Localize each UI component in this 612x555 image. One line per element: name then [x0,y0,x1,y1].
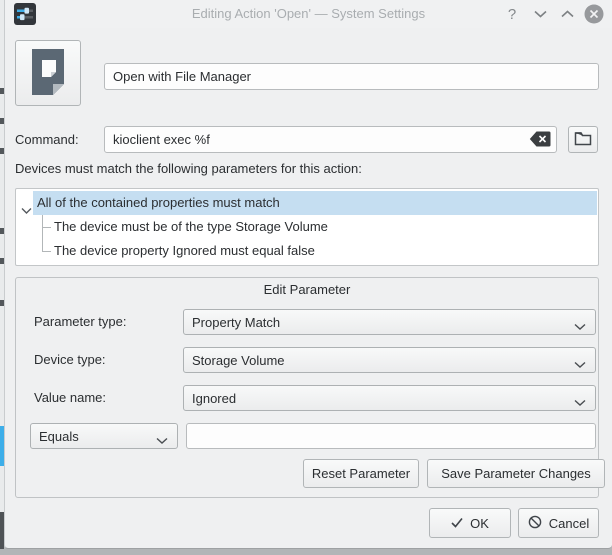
parameters-tree[interactable]: All of the contained properties must mat… [15,188,599,266]
group-title: Edit Parameter [16,282,598,297]
parameter-type-label: Parameter type: [34,309,127,335]
button-label: OK [470,516,489,531]
parameter-value-input[interactable] [186,423,596,449]
chevron-down-icon[interactable] [21,199,32,207]
prohibition-icon [528,515,542,532]
edit-parameter-group: Edit Parameter Parameter type: Property … [15,277,599,498]
button-label: Cancel [549,516,589,531]
reset-parameter-button[interactable]: Reset Parameter [303,459,419,488]
chevron-down-icon [574,319,586,334]
close-button[interactable] [583,4,605,24]
tree-item-label: The device property Ignored must equal f… [54,239,315,263]
tree-row-child[interactable]: The device must be of the type Storage V… [16,215,598,239]
action-icon-button[interactable] [15,40,81,106]
chevron-down-icon [574,395,586,410]
tree-item-label: The device must be of the type Storage V… [54,215,328,239]
value-name-label: Value name: [34,385,106,411]
selected-option: Equals [39,429,79,444]
command-label: Command: [15,126,79,153]
selected-option: Storage Volume [192,353,285,368]
selected-option: Ignored [192,391,236,406]
button-label: Reset Parameter [312,466,410,481]
save-parameter-changes-button[interactable]: Save Parameter Changes [427,459,605,488]
button-label: Save Parameter Changes [441,466,591,481]
maximize-button[interactable] [556,4,578,24]
chevron-down-icon [156,433,168,448]
ok-button[interactable]: OK [429,508,511,538]
tree-row-child[interactable]: The device property Ignored must equal f… [16,239,598,263]
clear-text-backspace-icon[interactable] [529,131,551,147]
command-input[interactable] [104,126,557,153]
cancel-button[interactable]: Cancel [518,508,599,538]
action-name-input[interactable] [104,63,599,90]
parameter-type-select[interactable]: Property Match [183,309,596,335]
device-type-select[interactable]: Storage Volume [183,347,596,373]
chevron-down-icon [574,357,586,372]
edit-action-dialog: Editing Action 'Open' — System Settings … [4,0,612,549]
device-type-label: Device type: [34,347,106,373]
selected-option: Property Match [192,315,280,330]
checkmark-icon [451,516,463,531]
titlebar[interactable]: Editing Action 'Open' — System Settings … [5,0,612,28]
folder-icon [574,131,592,149]
tree-item-label: All of the contained properties must mat… [37,191,280,215]
browse-command-button[interactable] [568,126,598,153]
tree-row-root[interactable]: All of the contained properties must mat… [16,191,598,215]
operator-select[interactable]: Equals [30,423,178,449]
document-icon [28,47,68,100]
devices-hint-label: Devices must match the following paramet… [15,161,362,176]
minimize-button[interactable] [529,4,551,24]
value-name-select[interactable]: Ignored [183,385,596,411]
help-button[interactable]: ? [501,4,523,24]
